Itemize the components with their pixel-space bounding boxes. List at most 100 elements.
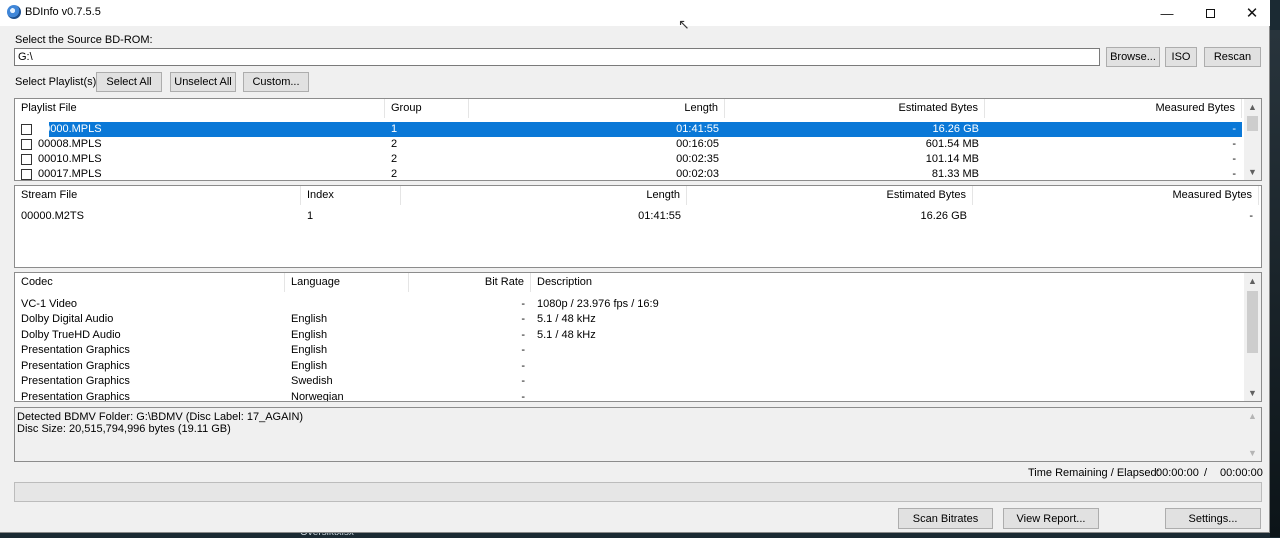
column-header-playlist-file[interactable]: Playlist File	[15, 99, 385, 118]
browse-button[interactable]: Browse...	[1106, 47, 1160, 67]
playlist-group: 2	[391, 168, 398, 180]
stream-table[interactable]: Stream File Index Length Estimated Bytes…	[14, 185, 1262, 268]
stream-file: 00000.M2TS	[21, 210, 84, 222]
title-bar[interactable]: BDInfo v0.7.5.5 — ✕	[0, 0, 1270, 26]
disc-info-textbox[interactable]: Detected BDMV Folder: G:\BDMV (Disc Labe…	[14, 407, 1262, 462]
minimize-button[interactable]: —	[1145, 0, 1189, 26]
playlist-row[interactable]: 00000.MPLS 1 01:41:55 16.26 GB -	[15, 122, 1242, 137]
playlist-estimated-bytes: 601.54 MB	[925, 138, 979, 150]
playlist-length: 01:41:55	[676, 123, 719, 135]
codec-row[interactable]: Dolby Digital Audio English - 5.1 / 48 k…	[15, 312, 1246, 327]
scroll-up-icon[interactable]: ▲	[1244, 408, 1261, 424]
stream-index: 1	[307, 210, 314, 222]
playlist-estimated-bytes: 81.33 MB	[931, 168, 979, 180]
playlist-checkbox[interactable]	[21, 139, 32, 150]
column-header-index[interactable]: Index	[301, 186, 401, 205]
info-scrollbar[interactable]: ▲ ▼	[1244, 408, 1261, 461]
codec-row[interactable]: Presentation Graphics Norwegian -	[15, 390, 1246, 402]
column-header-estimated-bytes[interactable]: Estimated Bytes	[725, 99, 985, 118]
codec-language: English	[291, 329, 328, 341]
column-header-stream-file[interactable]: Stream File	[15, 186, 301, 205]
scroll-up-icon[interactable]: ▲	[1244, 273, 1261, 289]
codec-table[interactable]: Codec Language Bit Rate Description VC-1…	[14, 272, 1262, 402]
column-header-group[interactable]: Group	[385, 99, 469, 118]
column-header-length[interactable]: Length	[469, 99, 725, 118]
codec-row[interactable]: VC-1 Video - 1080p / 23.976 fps / 16:9	[15, 297, 1246, 312]
source-path-input[interactable]	[14, 48, 1100, 66]
playlist-table[interactable]: Playlist File Group Length Estimated Byt…	[14, 98, 1262, 181]
scrollbar-thumb[interactable]	[1247, 291, 1258, 353]
maximize-button[interactable]	[1188, 0, 1232, 26]
playlist-group: 2	[391, 138, 398, 150]
column-header-measured-bytes[interactable]: Measured Bytes	[985, 99, 1242, 118]
playlist-length: 00:16:05	[676, 138, 719, 150]
settings-button[interactable]: Settings...	[1165, 508, 1261, 529]
column-header-length[interactable]: Length	[401, 186, 687, 205]
playlist-length: 00:02:35	[676, 153, 719, 165]
view-report-button[interactable]: View Report...	[1003, 508, 1099, 529]
bdinfo-window: BDInfo v0.7.5.5 — ✕ ↖ Select the Source …	[0, 0, 1270, 533]
codec-language: Norwegian	[291, 391, 344, 402]
codec-bit-rate: -	[521, 313, 525, 325]
codec-row[interactable]: Presentation Graphics Swedish -	[15, 374, 1246, 389]
playlist-checkbox[interactable]	[21, 154, 32, 165]
detected-folder-text: Detected BDMV Folder: G:\BDMV (Disc Labe…	[17, 411, 304, 423]
playlist-file: 00000.MPLS	[38, 123, 102, 135]
time-remaining-label: Time Remaining / Elapsed:	[1028, 467, 1160, 479]
codec-name: Presentation Graphics	[21, 375, 130, 387]
desktop-background	[1270, 30, 1280, 537]
playlist-scrollbar[interactable]: ▲ ▼	[1244, 99, 1261, 180]
codec-name: Dolby Digital Audio	[21, 313, 114, 325]
codec-description: 5.1 / 48 kHz	[537, 329, 596, 341]
codec-row[interactable]: Dolby TrueHD Audio English - 5.1 / 48 kH…	[15, 328, 1246, 343]
playlist-measured-bytes: -	[1232, 168, 1236, 180]
iso-button[interactable]: ISO	[1165, 47, 1197, 67]
column-header-description[interactable]: Description	[531, 273, 1246, 292]
select-all-button[interactable]: Select All	[96, 72, 162, 92]
column-header-measured-bytes[interactable]: Measured Bytes	[973, 186, 1259, 205]
playlist-file: 00010.MPLS	[38, 153, 102, 165]
rescan-button[interactable]: Rescan	[1204, 47, 1261, 67]
codec-scrollbar[interactable]: ▲ ▼	[1244, 273, 1261, 401]
codec-bit-rate: -	[521, 360, 525, 372]
unselect-all-button[interactable]: Unselect All	[170, 72, 236, 92]
playlist-checkbox[interactable]	[21, 124, 32, 135]
column-header-language[interactable]: Language	[285, 273, 409, 292]
stream-row[interactable]: 00000.M2TS 1 01:41:55 16.26 GB -	[15, 209, 1259, 224]
playlist-estimated-bytes: 101.14 MB	[925, 153, 979, 165]
window-title: BDInfo v0.7.5.5	[25, 6, 101, 18]
codec-row[interactable]: Presentation Graphics English -	[15, 359, 1246, 374]
codec-name: VC-1 Video	[21, 298, 78, 310]
codec-language: English	[291, 360, 328, 372]
playlist-row[interactable]: 00017.MPLS 2 00:02:03 81.33 MB -	[15, 167, 1242, 180]
scan-bitrates-button[interactable]: Scan Bitrates	[898, 508, 993, 529]
minimize-icon: —	[1160, 5, 1174, 21]
column-header-bit-rate[interactable]: Bit Rate	[409, 273, 531, 292]
playlist-file: 00008.MPLS	[38, 138, 102, 150]
stream-measured-bytes: -	[1249, 210, 1253, 222]
scroll-up-icon[interactable]: ▲	[1244, 99, 1261, 115]
codec-bit-rate: -	[521, 375, 525, 387]
playlist-measured-bytes: -	[1232, 153, 1236, 165]
playlist-estimated-bytes: 16.26 GB	[932, 123, 979, 135]
time-remaining-value: 00:00:00	[1156, 467, 1199, 479]
column-header-codec[interactable]: Codec	[15, 273, 285, 292]
codec-row[interactable]: Presentation Graphics English -	[15, 343, 1246, 358]
playlist-checkbox[interactable]	[21, 169, 32, 180]
playlist-measured-bytes: -	[1232, 138, 1236, 150]
codec-bit-rate: -	[521, 329, 525, 341]
scroll-down-icon[interactable]: ▼	[1244, 385, 1261, 401]
codec-bit-rate: -	[521, 391, 525, 402]
stream-length: 01:41:55	[638, 210, 681, 222]
close-button[interactable]: ✕	[1230, 0, 1274, 26]
scroll-down-icon[interactable]: ▼	[1244, 445, 1261, 461]
scrollbar-thumb[interactable]	[1247, 116, 1258, 131]
playlist-row[interactable]: 00010.MPLS 2 00:02:35 101.14 MB -	[15, 152, 1242, 167]
scroll-down-icon[interactable]: ▼	[1244, 164, 1261, 180]
column-header-estimated-bytes[interactable]: Estimated Bytes	[687, 186, 973, 205]
codec-bit-rate: -	[521, 344, 525, 356]
custom-button[interactable]: Custom...	[243, 72, 309, 92]
playlist-row[interactable]: 00008.MPLS 2 00:16:05 601.54 MB -	[15, 137, 1242, 152]
bdinfo-disc-icon	[7, 5, 21, 19]
mouse-cursor-icon: ↖	[678, 16, 690, 32]
